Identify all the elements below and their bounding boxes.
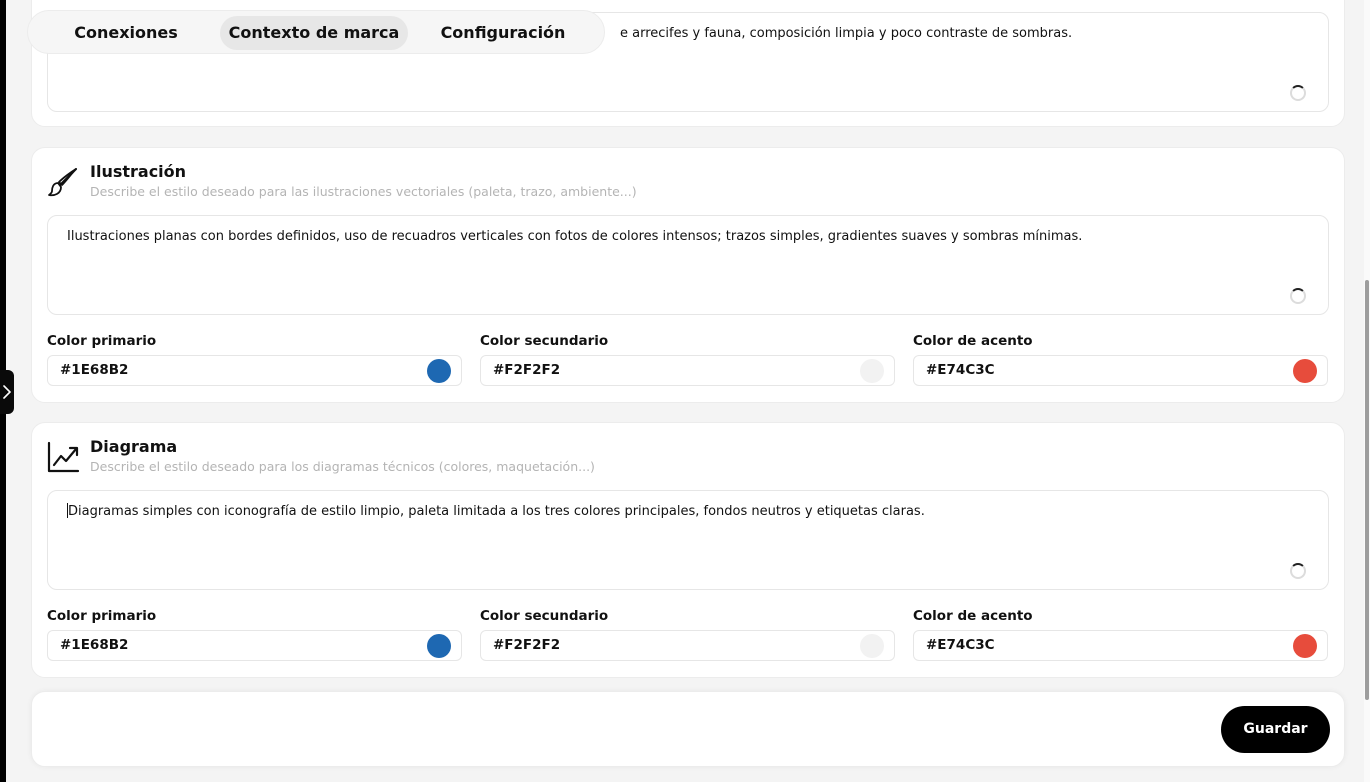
loading-spinner-icon	[1290, 288, 1306, 304]
photo-style-text: e arrecifes y fauna, composición limpia …	[620, 26, 1073, 41]
section-title: Diagrama	[90, 437, 178, 456]
secondary-color-input[interactable]: #F2F2F2	[480, 630, 895, 661]
color-swatch[interactable]	[860, 359, 884, 383]
section-description: Describe el estilo deseado para las ilus…	[90, 184, 637, 199]
paintbrush-icon	[48, 168, 77, 197]
color-label: Color secundario	[480, 333, 609, 349]
diagram-card: Diagrama Describe el estilo deseado para…	[31, 422, 1345, 678]
footer-bar: Guardar	[31, 691, 1345, 767]
secondary-color-input[interactable]: #F2F2F2	[480, 355, 895, 386]
accent-color-input[interactable]: #E74C3C	[913, 630, 1328, 661]
section-title: Ilustración	[90, 162, 187, 181]
chevron-right-icon	[3, 385, 11, 399]
tab-settings[interactable]: Configuración	[428, 16, 578, 50]
save-button[interactable]: Guardar	[1221, 706, 1330, 753]
color-swatch[interactable]	[1293, 359, 1317, 383]
color-label: Color primario	[47, 333, 157, 349]
settings-tabs: Conexiones Contexto de marca Configuraci…	[27, 10, 605, 54]
accent-color-field: Color de acento #E74C3C	[913, 331, 1328, 386]
secondary-color-field: Color secundario #F2F2F2	[480, 606, 895, 661]
color-fields-row: Color primario #1E68B2 Color secundario …	[47, 606, 1329, 666]
primary-color-input[interactable]: #1E68B2	[47, 630, 462, 661]
color-swatch[interactable]	[860, 634, 884, 658]
accent-color-field: Color de acento #E74C3C	[913, 606, 1328, 661]
color-label: Color secundario	[480, 608, 609, 624]
color-value: #E74C3C	[926, 637, 995, 653]
diagram-style-textarea[interactable]: Diagramas simples con iconografía de est…	[47, 490, 1329, 590]
scrollbar-thumb[interactable]	[1365, 280, 1369, 700]
section-description: Describe el estilo deseado para los diag…	[90, 459, 595, 474]
color-value: #E74C3C	[926, 362, 995, 378]
illustration-style-textarea[interactable]: Ilustraciones planas con bordes definido…	[47, 215, 1329, 315]
color-label: Color primario	[47, 608, 157, 624]
primary-color-input[interactable]: #1E68B2	[47, 355, 462, 386]
primary-color-field: Color primario #1E68B2	[47, 331, 462, 386]
color-value: #1E68B2	[60, 637, 129, 653]
color-value: #F2F2F2	[493, 637, 561, 653]
tab-connections[interactable]: Conexiones	[60, 16, 192, 50]
color-label: Color de acento	[913, 333, 1033, 349]
illustration-style-text: Ilustraciones planas con bordes definido…	[67, 229, 1083, 244]
primary-color-field: Color primario #1E68B2	[47, 606, 462, 661]
loading-spinner-icon	[1290, 85, 1306, 101]
loading-spinner-icon	[1290, 563, 1306, 579]
accent-color-input[interactable]: #E74C3C	[913, 355, 1328, 386]
diagram-style-text: Diagramas simples con iconografía de est…	[68, 504, 925, 519]
color-swatch[interactable]	[427, 359, 451, 383]
color-swatch[interactable]	[1293, 634, 1317, 658]
scrollbar[interactable]	[1364, 0, 1370, 782]
sidebar-expand-handle[interactable]	[0, 370, 14, 414]
color-value: #1E68B2	[60, 362, 129, 378]
tab-brand-context[interactable]: Contexto de marca	[220, 16, 408, 50]
illustration-card: Ilustración Describe el estilo deseado p…	[31, 147, 1345, 403]
color-label: Color de acento	[913, 608, 1033, 624]
trending-chart-icon	[47, 441, 80, 473]
secondary-color-field: Color secundario #F2F2F2	[480, 331, 895, 386]
color-swatch[interactable]	[427, 634, 451, 658]
color-fields-row: Color primario #1E68B2 Color secundario …	[47, 331, 1329, 391]
brand-context-page: e arrecifes y fauna, composición limpia …	[0, 0, 1370, 782]
color-value: #F2F2F2	[493, 362, 561, 378]
